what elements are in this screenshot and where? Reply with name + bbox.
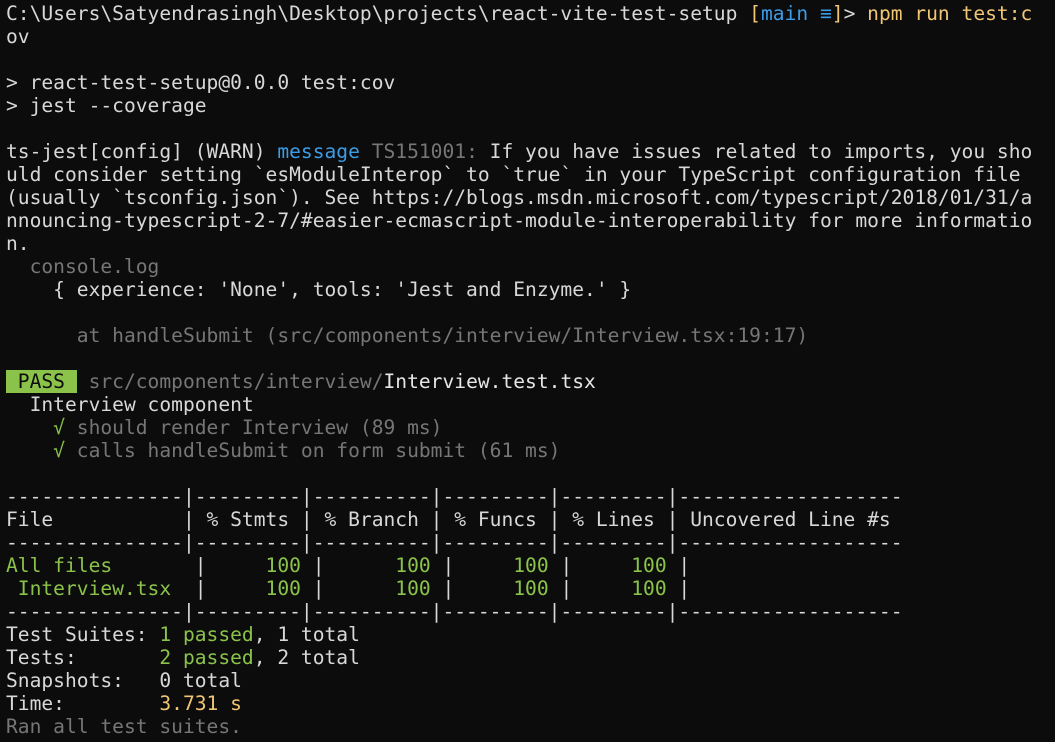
summary-test-suites: Test Suites: 1 passed, 1 total	[6, 623, 360, 646]
test-result-line: PASS src/components/interview/Interview.…	[6, 370, 596, 393]
coverage-row: All files | 100 | 100 | 100 | 100 |	[6, 554, 690, 577]
prompt-branch-open: [	[737, 2, 761, 25]
summary-total: , 2 total	[253, 646, 360, 669]
summary-label: Tests:	[6, 646, 160, 669]
coverage-pipe: |	[300, 554, 396, 577]
summary-total: , 1 total	[253, 623, 360, 646]
summary-label: Time:	[6, 692, 160, 715]
check-icon: √	[6, 439, 65, 462]
terminal-window[interactable]: C:\Users\Satyendrasingh\Desktop\projects…	[0, 0, 1055, 742]
coverage-lines: 100	[631, 554, 667, 577]
script-name-line: > react-test-setup@0.0.0 test:cov	[6, 71, 396, 94]
coverage-separator: ---------------|---------|----------|---…	[6, 600, 903, 623]
test-suite-name: Interview component	[6, 393, 254, 416]
ran-all-suites: Ran all test suites.	[6, 715, 242, 738]
coverage-file: Interview.tsx	[6, 577, 183, 600]
prompt-path: C:\Users\Satyendrasingh\Desktop\projects…	[6, 2, 738, 25]
coverage-branch: 100	[395, 554, 431, 577]
coverage-pipe: |	[548, 577, 632, 600]
coverage-separator: ---------------|---------|----------|---…	[6, 531, 903, 554]
warning-prefix: ts-jest[config] (WARN)	[6, 140, 278, 163]
warning-line-5: n.	[6, 232, 30, 255]
test-file-dir: src/components/interview/	[76, 370, 384, 393]
summary-label: Snapshots:	[6, 669, 160, 692]
coverage-funcs: 100	[513, 554, 549, 577]
summary-snapshots: Snapshots: 0 total	[6, 669, 242, 692]
prompt-line: C:\Users\Satyendrasingh\Desktop\projects…	[6, 2, 1032, 25]
test-file-name: Interview.test.tsx	[383, 370, 596, 393]
check-icon: √	[6, 416, 65, 439]
warning-line-3: (usually `tsconfig.json`). See https://b…	[6, 186, 1033, 209]
console-trace: at handleSubmit (src/components/intervie…	[6, 324, 809, 347]
warning-line-4: nnouncing-typescript-2-7/#easier-ecmascr…	[6, 209, 1033, 232]
test-case-name: should render Interview (89 ms)	[64, 416, 443, 439]
prompt-command: npm run test:c	[867, 2, 1033, 25]
coverage-pipe: |	[548, 554, 632, 577]
summary-label: Test Suites:	[6, 623, 160, 646]
coverage-branch: 100	[395, 577, 431, 600]
summary-value: 0 total	[159, 669, 242, 692]
summary-time: Time: 3.731 s	[6, 692, 242, 715]
coverage-separator: ---------------|---------|----------|---…	[6, 485, 903, 508]
test-case-1: √ should render Interview (89 ms)	[6, 416, 442, 439]
coverage-stmts: 100	[265, 577, 301, 600]
coverage-stmts: 100	[265, 554, 301, 577]
warning-line-1: ts-jest[config] (WARN) message TS151001:…	[6, 140, 1032, 163]
script-command-line: > jest --coverage	[6, 94, 207, 117]
coverage-pipe: |	[430, 577, 514, 600]
test-case-2: √ calls handleSubmit on form submit (61 …	[6, 439, 560, 462]
coverage-pipe: |	[182, 554, 266, 577]
prompt-branch: main ≡	[760, 2, 832, 25]
test-case-name: calls handleSubmit on form submit (61 ms…	[64, 439, 561, 462]
coverage-pipe: |	[666, 554, 691, 577]
prompt-symbol: >	[843, 2, 868, 25]
warning-code: TS151001:	[359, 140, 478, 163]
coverage-header: File | % Stmts | % Branch | % Funcs | % …	[6, 508, 891, 531]
coverage-pipe: |	[182, 577, 266, 600]
warning-label: message	[277, 140, 360, 163]
console-log-label: console.log	[6, 255, 160, 278]
summary-passed: 1 passed	[159, 623, 254, 646]
coverage-lines: 100	[631, 577, 667, 600]
warning-line-2: uld consider setting `esModuleInterop` t…	[6, 163, 1021, 186]
warning-text-1: If you have issues related to imports, y…	[477, 140, 1033, 163]
prompt-command-wrap: ov	[6, 25, 30, 48]
coverage-file: All files	[6, 554, 183, 577]
coverage-row: Interview.tsx | 100 | 100 | 100 | 100 |	[6, 577, 690, 600]
summary-time-value: 3.731 s	[159, 692, 242, 715]
pass-badge: PASS	[6, 370, 77, 393]
coverage-pipe: |	[430, 554, 514, 577]
coverage-pipe: |	[300, 577, 396, 600]
prompt-branch-close: ]	[831, 2, 844, 25]
summary-passed: 2 passed	[159, 646, 254, 669]
coverage-pipe: |	[666, 577, 691, 600]
coverage-funcs: 100	[513, 577, 549, 600]
console-output: { experience: 'None', tools: 'Jest and E…	[6, 278, 632, 301]
summary-tests: Tests: 2 passed, 2 total	[6, 646, 360, 669]
